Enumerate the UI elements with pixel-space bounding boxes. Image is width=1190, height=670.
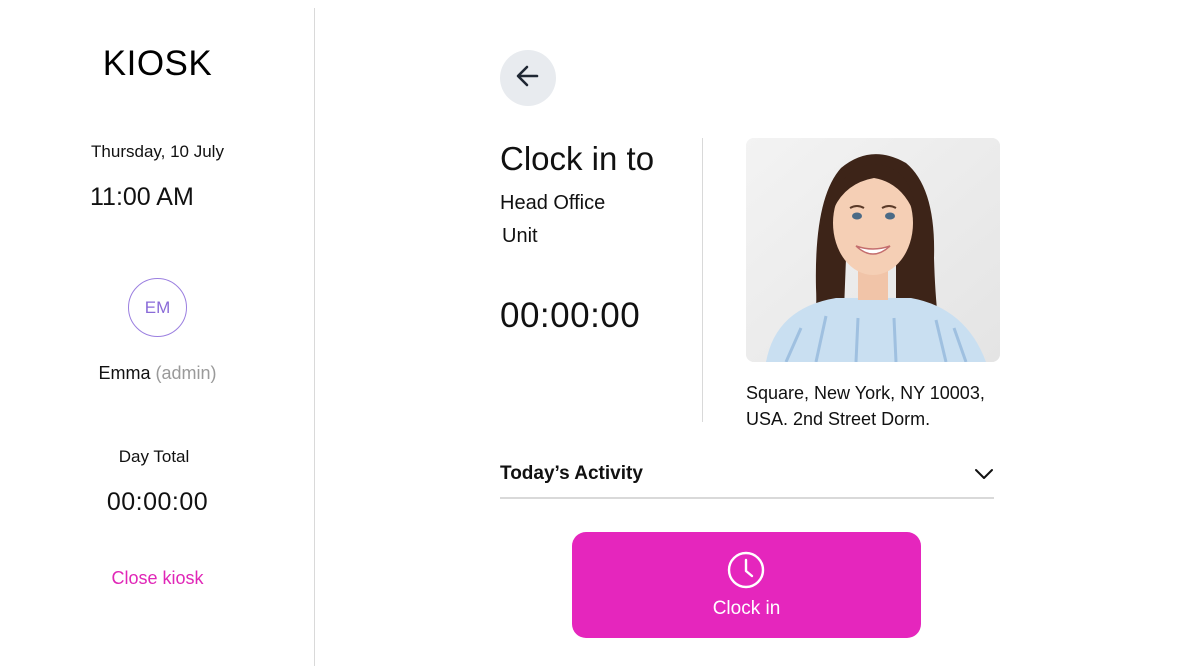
chevron-down-icon — [974, 467, 994, 486]
back-button[interactable] — [500, 50, 556, 106]
todays-activity-label: Today’s Activity — [500, 463, 643, 484]
clock-in-button[interactable]: Clock in — [572, 532, 921, 638]
avatar: EM — [128, 278, 187, 337]
day-total-value: 00:00:00 — [106, 488, 209, 516]
session-timer: 00:00:00 — [500, 296, 641, 335]
close-kiosk-link[interactable]: Close kiosk — [0, 568, 315, 589]
clock-in-label: Clock in — [712, 598, 781, 619]
vertical-divider — [702, 138, 703, 422]
unit-label: Unit — [502, 225, 538, 247]
user-info: Emma (admin) — [0, 363, 315, 384]
user-name: Emma — [98, 363, 151, 383]
sidebar: KIOSK Thursday, 10 July 11:00 AM EM Emma… — [0, 0, 315, 670]
location-name: Head Office — [500, 192, 606, 214]
page-title: Clock in to — [500, 140, 655, 177]
app-title: KIOSK — [102, 44, 213, 83]
current-date: Thursday, 10 July — [91, 142, 224, 161]
user-role: (admin) — [155, 363, 217, 383]
arrow-left-icon — [514, 62, 542, 95]
location-address: Square, New York, NY 10003, USA. 2nd Str… — [746, 383, 985, 429]
day-total-label: Day Total — [118, 447, 190, 466]
todays-activity-toggle[interactable]: Today’s Activity — [500, 455, 994, 499]
current-time: 11:00 AM — [90, 183, 194, 211]
clock-icon — [726, 550, 766, 595]
user-photo — [746, 138, 1000, 362]
sidebar-divider — [314, 8, 315, 666]
